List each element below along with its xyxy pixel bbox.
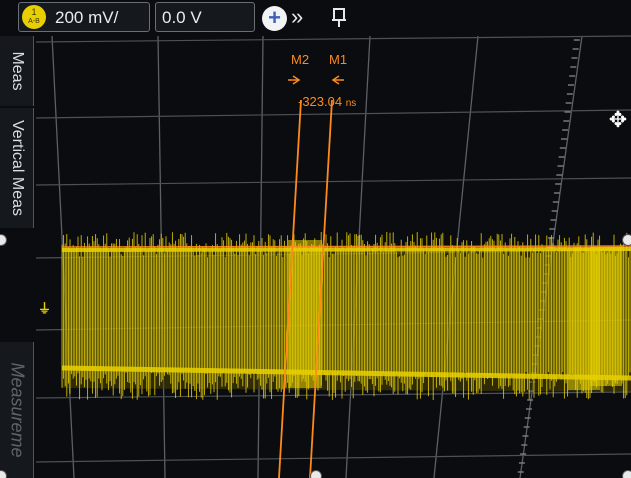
resize-handle-bottom[interactable] bbox=[310, 470, 322, 478]
resize-handle-bottom-right[interactable] bbox=[622, 470, 631, 478]
add-button[interactable]: + bbox=[262, 6, 287, 31]
channel-number: 1 bbox=[31, 7, 37, 17]
pin-button[interactable] bbox=[326, 4, 352, 30]
double-chevron-right-icon: » bbox=[291, 4, 304, 29]
plus-icon: + bbox=[268, 5, 281, 30]
cursor-m1-label: M1 bbox=[329, 52, 348, 67]
cursor-m2-label: M2 bbox=[291, 52, 310, 67]
cursor-delta-readout: -323.04 ns bbox=[298, 94, 356, 109]
tab-vertical-meas-label: Vertical Meas bbox=[8, 119, 26, 217]
tab-measurements[interactable]: Measureme bbox=[0, 342, 34, 478]
cursor-delta-unit: ns bbox=[345, 98, 357, 109]
cursor-horizontal-line[interactable] bbox=[61, 245, 631, 248]
cursor-overlay bbox=[61, 75, 631, 478]
cursor-vertical-line[interactable] bbox=[309, 99, 333, 478]
move-crosshair-icon[interactable]: ✥ bbox=[606, 108, 630, 132]
cursor-delta-value: -323.04 bbox=[298, 94, 343, 109]
tab-measurements-label: Measureme bbox=[7, 362, 27, 458]
channel-badge[interactable]: 1 A-B bbox=[22, 5, 46, 29]
expand-button[interactable]: » bbox=[291, 4, 303, 30]
channel-mode: A-B bbox=[28, 18, 40, 25]
vertical-scale-value: 200 mV/ bbox=[55, 8, 119, 27]
resize-handle-right[interactable] bbox=[622, 234, 631, 246]
offset-field[interactable]: 0.0 V bbox=[155, 2, 255, 32]
pin-icon bbox=[332, 8, 346, 27]
cursor-vertical-line[interactable] bbox=[278, 99, 302, 478]
ground-reference-icon[interactable]: ⏚ bbox=[38, 298, 51, 317]
oscilloscope-screen: 200 mV/ 1 A-B 0.0 V + » Meas Vertical Me… bbox=[0, 0, 631, 478]
offset-value: 0.0 V bbox=[162, 8, 202, 27]
tab-meas-partial-label: Meas bbox=[8, 51, 26, 91]
tab-vertical-meas[interactable]: Vertical Meas bbox=[0, 108, 34, 228]
tab-meas-partial[interactable]: Meas bbox=[0, 36, 34, 106]
